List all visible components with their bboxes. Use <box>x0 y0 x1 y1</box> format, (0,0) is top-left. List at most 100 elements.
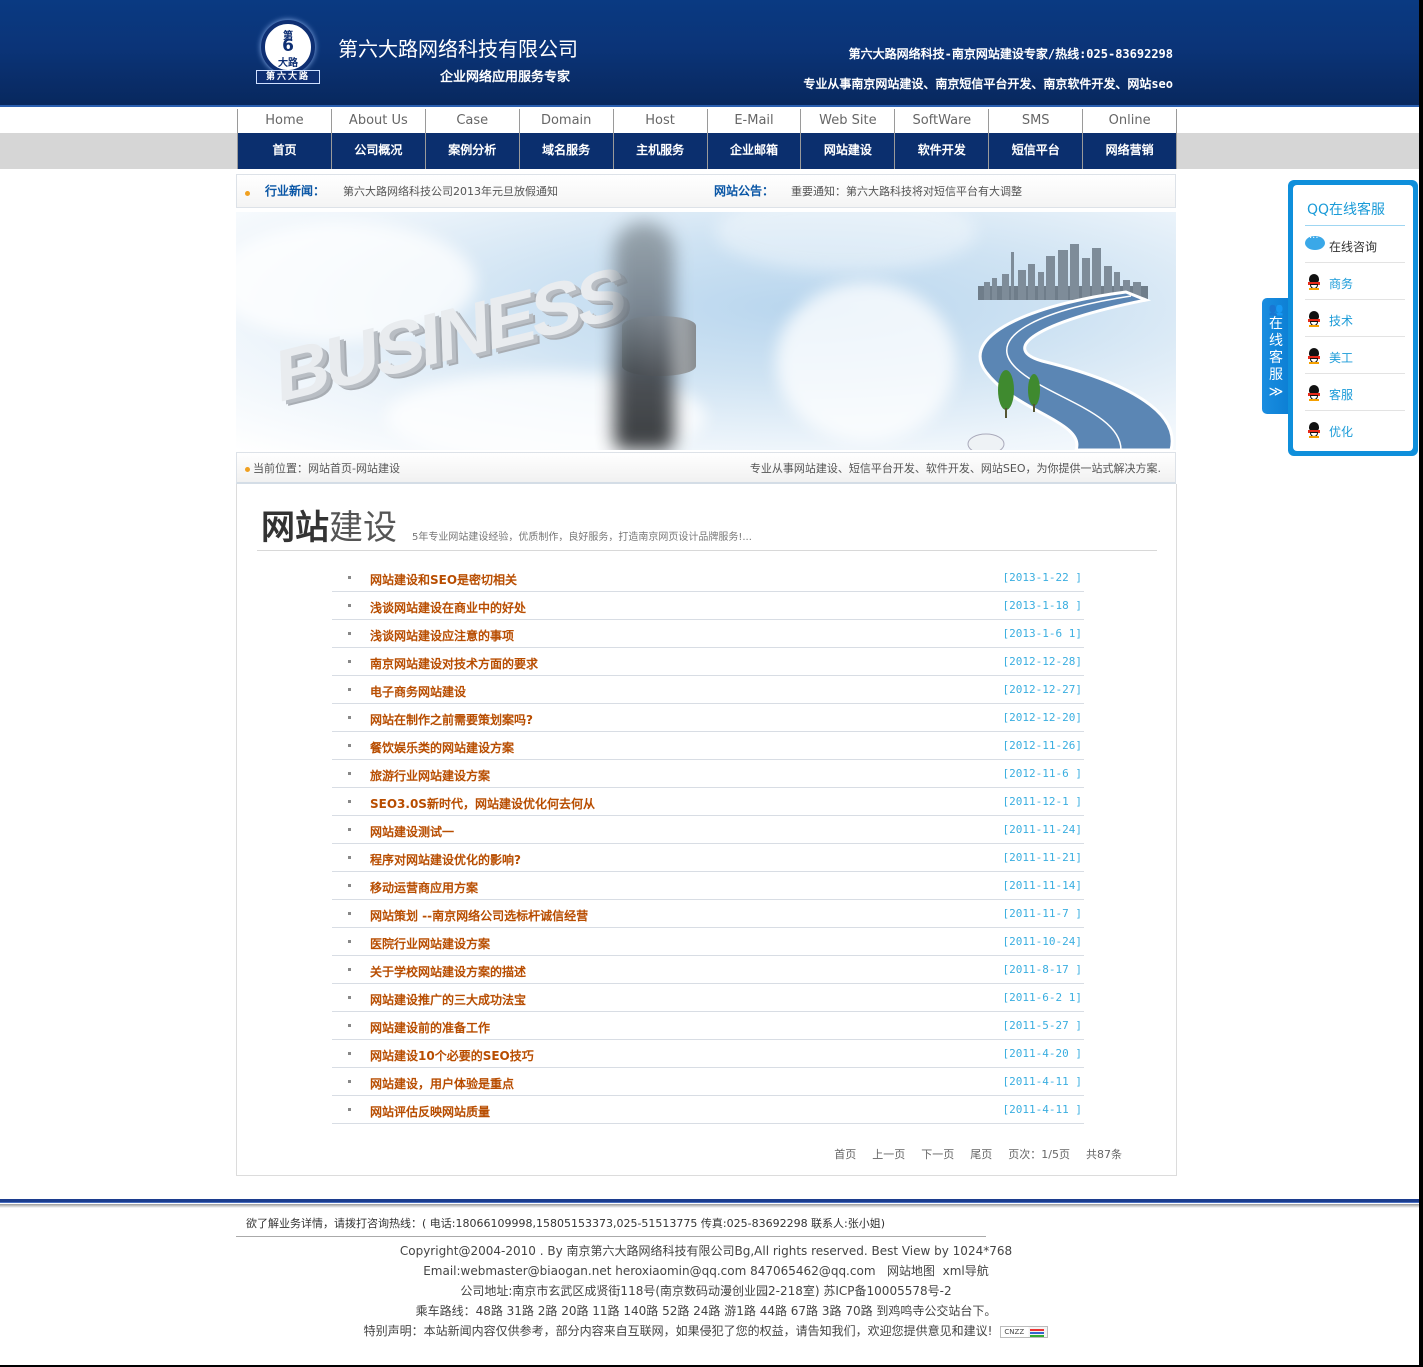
article-title[interactable]: 南京网站建设对技术方面的要求 <box>370 655 538 672</box>
article-date: [2011-4-20 ] <box>1002 1047 1082 1060</box>
bullet-icon <box>348 884 351 887</box>
qq-contact-tech[interactable]: 技术 <box>1305 300 1405 337</box>
footer-divider <box>0 1199 1419 1203</box>
article-row[interactable]: 关于学校网站建设方案的描述 [2011-8-17 ] <box>332 956 1084 984</box>
nav-item-host[interactable]: Host 主机服务 <box>612 109 707 169</box>
qq-online-consult[interactable]: 在线咨询 <box>1305 226 1405 263</box>
article-title[interactable]: 医院行业网站建设方案 <box>370 935 490 952</box>
article-title[interactable]: 网站评估反映网站质量 <box>370 1103 490 1120</box>
article-date: [2011-11-7 ] <box>1002 907 1082 920</box>
article-title[interactable]: 网站建设10个必要的SEO技巧 <box>370 1047 534 1064</box>
sitemap-link[interactable]: 网站地图 <box>887 1264 935 1278</box>
article-title[interactable]: 浅谈网站建设应注意的事项 <box>370 627 514 644</box>
bullet-icon <box>348 996 351 999</box>
article-row[interactable]: 网站建设和SEO是密切相关 [2013-1-22 ] <box>332 564 1084 592</box>
article-title[interactable]: 浅谈网站建设在商业中的好处 <box>370 599 526 616</box>
hotline-text: 第六大路网络科技-南京网站建设专家/热线:025-83692298 <box>848 47 1173 61</box>
online-service-tab[interactable]: 👥 在 线 客 服 ≫ <box>1262 298 1290 414</box>
breadcrumb[interactable]: 当前位置：网站首页-网站建设 <box>253 460 400 476</box>
qq-contact-seo[interactable]: 优化 <box>1305 411 1405 448</box>
qq-contact-business[interactable]: 商务 <box>1305 263 1405 300</box>
article-date: [2011-8-17 ] <box>1002 963 1082 976</box>
article-row[interactable]: 网站在制作之前需要策划案吗? [2012-12-20] <box>332 704 1084 732</box>
nav-item-home[interactable]: Home 首页 <box>237 109 331 169</box>
section-title-bold: 网站 <box>261 508 329 548</box>
qq-penguin-icon <box>1307 385 1321 401</box>
article-title[interactable]: 网站建设前的准备工作 <box>370 1019 490 1036</box>
article-date: [2012-11-6 ] <box>1002 767 1082 780</box>
footer-disclaimer-line: 特别声明：本站新闻内容仅供参考，部分内容来自互联网，如果侵犯了您的权益，请告知我… <box>236 1321 1176 1341</box>
article-row[interactable]: 浅谈网站建设在商业中的好处 [2013-1-18 ] <box>332 592 1084 620</box>
logo-text: 大路 <box>278 58 298 69</box>
article-row[interactable]: 网站建设10个必要的SEO技巧 [2011-4-20 ] <box>332 1040 1084 1068</box>
double-chevron-right-icon: ≫ <box>1268 384 1284 400</box>
nav-label-en: Web Site <box>801 109 895 133</box>
article-row[interactable]: 医院行业网站建设方案 [2011-10-24] <box>332 928 1084 956</box>
cloud-shape <box>716 212 976 272</box>
article-date: [2012-12-20] <box>1002 711 1082 724</box>
cnzz-stats-badge[interactable]: CNZZ <box>1000 1325 1049 1338</box>
tab-char: 线 <box>1269 333 1283 349</box>
article-row[interactable]: 网站评估反映网站质量 [2011-4-11 ] <box>332 1096 1084 1124</box>
article-title[interactable]: SEO3.0S新时代，网站建设优化何去何从 <box>370 795 595 812</box>
article-row[interactable]: 浅谈网站建设应注意的事项 [2013-1-6 1] <box>332 620 1084 648</box>
article-title[interactable]: 网站建设，用户体验是重点 <box>370 1075 514 1092</box>
banner-road <box>967 290 1174 450</box>
bullet-icon <box>348 660 351 663</box>
article-row[interactable]: 网站建设前的准备工作 [2011-5-27 ] <box>332 1012 1084 1040</box>
nav-item-domain[interactable]: Domain 域名服务 <box>518 109 613 169</box>
article-row[interactable]: 网站建设推广的三大成功法宝 [2011-6-2 1] <box>332 984 1084 1012</box>
article-row[interactable]: 网站策划 --南京网络公司选标杆诚信经营 [2011-11-7 ] <box>332 900 1084 928</box>
cnzz-bar <box>1030 1331 1045 1334</box>
qq-contact-design[interactable]: 美工 <box>1305 337 1405 374</box>
nav-item-case[interactable]: Case 案例分析 <box>424 109 519 169</box>
bullet-icon <box>348 968 351 971</box>
article-row[interactable]: 旅游行业网站建设方案 [2012-11-6 ] <box>332 760 1084 788</box>
qq-penguin-icon <box>1307 422 1321 438</box>
article-row[interactable]: 移动运营商应用方案 [2011-11-14] <box>332 872 1084 900</box>
qq-panel-body: QQ在线客服 在线咨询 商务 技术 美工 客服 优化 <box>1293 185 1413 451</box>
nav-item-software[interactable]: SoftWare 软件开发 <box>894 109 989 169</box>
pager-prev-link[interactable]: 上一页 <box>872 1146 905 1162</box>
article-row[interactable]: 网站建设测试一 [2011-11-24] <box>332 816 1084 844</box>
article-date: [2012-11-26] <box>1002 739 1082 752</box>
site-notice-link[interactable]: 重要通知：第六大路科技将对短信平台有大调整 <box>791 183 1022 199</box>
article-row[interactable]: 电子商务网站建设 [2012-12-27] <box>332 676 1084 704</box>
nav-label-en: SoftWare <box>895 109 989 133</box>
article-row[interactable]: 餐饮娱乐类的网站建设方案 [2012-11-26] <box>332 732 1084 760</box>
article-title[interactable]: 网站建设推广的三大成功法宝 <box>370 991 526 1008</box>
pager-next-link[interactable]: 下一页 <box>921 1146 954 1162</box>
article-title[interactable]: 电子商务网站建设 <box>370 683 466 700</box>
nav-item-email[interactable]: E-Mail 企业邮箱 <box>706 109 801 169</box>
footer-shadow <box>0 1204 1419 1208</box>
nav-item-website[interactable]: Web Site 网站建设 <box>800 109 895 169</box>
article-title[interactable]: 网站在制作之前需要策划案吗? <box>370 711 533 728</box>
article-title[interactable]: 旅游行业网站建设方案 <box>370 767 490 784</box>
nav-item-sms[interactable]: SMS 短信平台 <box>988 109 1083 169</box>
company-logo[interactable]: 第 6 大路 第六大路 <box>256 20 322 86</box>
article-title[interactable]: 网站建设和SEO是密切相关 <box>370 571 517 588</box>
nav-label-cn: 软件开发 <box>895 133 989 169</box>
pager-first-link[interactable]: 首页 <box>834 1146 856 1162</box>
article-row[interactable]: 网站建设，用户体验是重点 [2011-4-11 ] <box>332 1068 1084 1096</box>
industry-news-link[interactable]: 第六大路网络科技公司2013年元旦放假通知 <box>343 183 558 199</box>
pager-last-link[interactable]: 尾页 <box>970 1146 992 1162</box>
article-title[interactable]: 移动运营商应用方案 <box>370 879 478 896</box>
article-title[interactable]: 网站策划 --南京网络公司选标杆诚信经营 <box>370 907 588 924</box>
qq-penguin-icon <box>1307 274 1321 290</box>
qq-contact-support[interactable]: 客服 <box>1305 374 1405 411</box>
nav-item-online[interactable]: Online 网络营销 <box>1082 109 1178 169</box>
article-date: [2013-1-22 ] <box>1002 571 1082 584</box>
divider <box>236 1236 986 1237</box>
article-row[interactable]: SEO3.0S新时代，网站建设优化何去何从 [2011-12-1 ] <box>332 788 1084 816</box>
article-title[interactable]: 餐饮娱乐类的网站建设方案 <box>370 739 514 756</box>
xml-nav-link[interactable]: xml导航 <box>943 1264 989 1278</box>
article-title[interactable]: 关于学校网站建设方案的描述 <box>370 963 526 980</box>
article-title[interactable]: 网站建设测试一 <box>370 823 454 840</box>
article-title[interactable]: 程序对网站建设优化的影响? <box>370 851 521 868</box>
article-row[interactable]: 程序对网站建设优化的影响? [2011-11-21] <box>332 844 1084 872</box>
nav-item-about[interactable]: About Us 公司概况 <box>330 109 425 169</box>
nav-label-en: Host <box>613 109 707 133</box>
article-row[interactable]: 南京网站建设对技术方面的要求 [2012-12-28] <box>332 648 1084 676</box>
section-title-light: 建设 <box>329 508 397 548</box>
